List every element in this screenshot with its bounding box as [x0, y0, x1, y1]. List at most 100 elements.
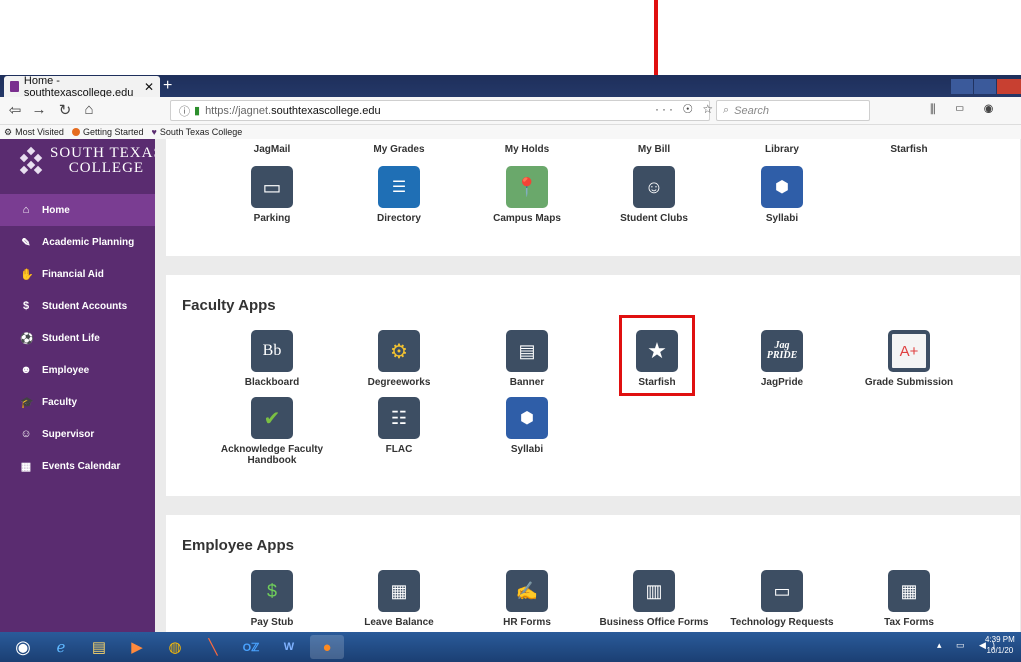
sidebar-item-supervisor[interactable]: ☺ Supervisor: [0, 418, 155, 450]
url-host: southtexascollege.edu: [271, 104, 381, 117]
url-prefix: https://jagnet.: [205, 104, 272, 117]
logo-line2: COLLEGE: [68, 160, 145, 176]
outlook-icon[interactable]: Oℤ: [234, 635, 268, 659]
app-library[interactable]: Library: [722, 139, 842, 155]
url-bar[interactable]: ⓘ ▮ https://jagnet. southtexascollege.edu: [170, 100, 710, 121]
app-parking[interactable]: ▭ Parking: [212, 166, 332, 224]
logo-line1: SOUTH TEXAS: [50, 145, 163, 161]
app-my-bill[interactable]: My Bill: [594, 139, 714, 155]
presenter-icon: ☷: [378, 397, 420, 439]
taskbar-clock[interactable]: 4:39 PM 10/1/20: [985, 634, 1015, 656]
app-grade-submission[interactable]: A+ Grade Submission: [849, 330, 969, 388]
app-starfish-student[interactable]: Starfish: [849, 139, 969, 155]
forward-icon[interactable]: →: [30, 101, 48, 118]
logo-mark-icon: [18, 146, 44, 175]
start-button[interactable]: ◉: [6, 635, 40, 659]
app-hr-forms[interactable]: ✍ HR Forms: [467, 570, 587, 628]
firefox-icon: [71, 128, 80, 136]
app-degreeworks[interactable]: ⚙ Degreeworks: [339, 330, 459, 388]
chrome-icon[interactable]: ◍: [158, 635, 192, 659]
app-tax-forms[interactable]: ▦ Tax Forms: [849, 570, 969, 628]
money-icon: $: [251, 570, 293, 612]
gear-icon: ⚙: [4, 126, 13, 137]
app-jagpride[interactable]: Jag PRIDE JagPride: [722, 330, 842, 388]
college-logo[interactable]: SOUTH TEXAS COLLEGE: [18, 146, 163, 176]
sidebar-item-student-life[interactable]: ⚽ Student Life: [0, 322, 155, 354]
table-icon: ▦: [888, 570, 930, 612]
app-leave-balance[interactable]: ▦ Leave Balance: [339, 570, 459, 628]
nodes-icon: ⬢: [761, 166, 803, 208]
pencil-icon: ✎: [21, 236, 31, 249]
window-close-button[interactable]: [997, 79, 1021, 94]
form-icon: ✍: [506, 570, 548, 612]
sidebar-item-events-calendar[interactable]: ▦ Events Calendar: [0, 450, 155, 482]
app-my-holds[interactable]: My Holds: [467, 139, 587, 155]
browser-tab[interactable]: Home - southtexascollege.edu ✕: [4, 75, 160, 99]
app-directory[interactable]: ☰ Directory: [339, 166, 459, 224]
map-pin-icon: 📍: [506, 166, 548, 208]
user-icon: ☻: [20, 364, 32, 376]
nodes-icon: ⬢: [506, 397, 548, 439]
toolbar-icons[interactable]: ⫼ ▭ ◉: [930, 102, 1001, 117]
app-technology-requests[interactable]: ▭ Technology Requests: [722, 570, 842, 628]
maximize-button[interactable]: [974, 79, 996, 94]
bookmark-most-visited[interactable]: ⚙ Most Visited: [4, 127, 64, 138]
back-icon[interactable]: ⇦: [6, 101, 24, 119]
app-jagmail[interactable]: JagMail: [212, 139, 332, 155]
word-icon[interactable]: W: [272, 635, 306, 659]
lock-icon: ▮: [194, 105, 201, 117]
app-acknowledge-faculty-handbook[interactable]: ✔ Acknowledge Faculty Handbook: [212, 397, 332, 466]
clock-date: 10/1/20: [986, 646, 1014, 655]
ie-icon[interactable]: ℯ: [44, 635, 78, 659]
pen-icon[interactable]: ╲: [196, 635, 230, 659]
stc-logo-icon: ♥: [151, 127, 157, 137]
minimize-button[interactable]: [951, 79, 973, 94]
sidebar-item-financial-aid[interactable]: ✋ Financial Aid: [0, 258, 155, 290]
sidebar-item-employee[interactable]: ☻ Employee: [0, 354, 155, 386]
home-icon: ⌂: [22, 204, 30, 216]
app-my-grades[interactable]: My Grades: [339, 139, 459, 155]
graduation-cap-icon: 🎓: [20, 396, 34, 409]
tab-close-icon[interactable]: ✕: [144, 80, 154, 94]
page-actions-icon[interactable]: ··· ☉ ☆: [655, 102, 716, 116]
gears-icon: ⚙: [378, 330, 420, 372]
checkbook-icon: ✔: [251, 397, 293, 439]
users-icon: ☺: [20, 428, 32, 440]
id-card-icon: ☰: [378, 166, 420, 208]
app-flac[interactable]: ☷ FLAC: [339, 397, 459, 455]
app-campus-maps[interactable]: 📍 Campus Maps: [467, 166, 587, 224]
app-pay-stub[interactable]: $ Pay Stub: [212, 570, 332, 628]
bookmarks-bar: ⚙ Most Visited Getting Started ♥ South Tex…: [0, 125, 1021, 139]
app-syllabi-faculty[interactable]: ⬢ Syllabi: [467, 397, 587, 455]
home-page-icon[interactable]: ⌂: [80, 101, 98, 118]
clock-time: 4:39 PM: [985, 635, 1015, 644]
bookmark-south-texas-college[interactable]: ♥ South Texas College: [151, 127, 242, 137]
calculator-icon: ▥: [633, 570, 675, 612]
sidebar-item-home[interactable]: ⌂ Home: [0, 194, 155, 226]
favicon-icon: [10, 81, 19, 92]
annotation-highlight-box: [619, 315, 695, 396]
firefox-taskbar-icon[interactable]: ●: [310, 635, 344, 659]
file-explorer-icon[interactable]: ▤: [82, 635, 116, 659]
new-tab-button[interactable]: +: [163, 77, 172, 95]
app-syllabi-student[interactable]: ⬢ Syllabi: [722, 166, 842, 224]
sidebar-item-student-accounts[interactable]: $ Student Accounts: [0, 290, 155, 322]
reload-icon[interactable]: ↻: [56, 101, 74, 119]
bookmark-getting-started[interactable]: Getting Started: [71, 127, 143, 137]
info-icon: ⓘ: [179, 105, 190, 118]
sidebar-item-faculty[interactable]: 🎓 Faculty: [0, 386, 155, 418]
app-business-office-forms[interactable]: ▥ Business Office Forms: [594, 570, 714, 628]
sidebar-item-academic-planning[interactable]: ✎ Academic Planning: [0, 226, 155, 258]
people-icon: ☺: [633, 166, 675, 208]
app-blackboard[interactable]: Bb Blackboard: [212, 330, 332, 388]
soccer-icon: ⚽: [20, 332, 34, 345]
dollar-icon: $: [22, 300, 30, 312]
search-input[interactable]: ⌕ Search: [716, 100, 870, 121]
blackboard-icon: Bb: [251, 330, 293, 372]
app-student-clubs[interactable]: ☺ Student Clubs: [594, 166, 714, 224]
jagpride-logo-icon: Jag PRIDE: [761, 330, 803, 372]
search-icon: ⌕: [723, 104, 730, 116]
app-banner[interactable]: ▤ Banner: [467, 330, 587, 388]
car-icon: ▭: [251, 166, 293, 208]
media-player-icon[interactable]: ▶: [120, 635, 154, 659]
